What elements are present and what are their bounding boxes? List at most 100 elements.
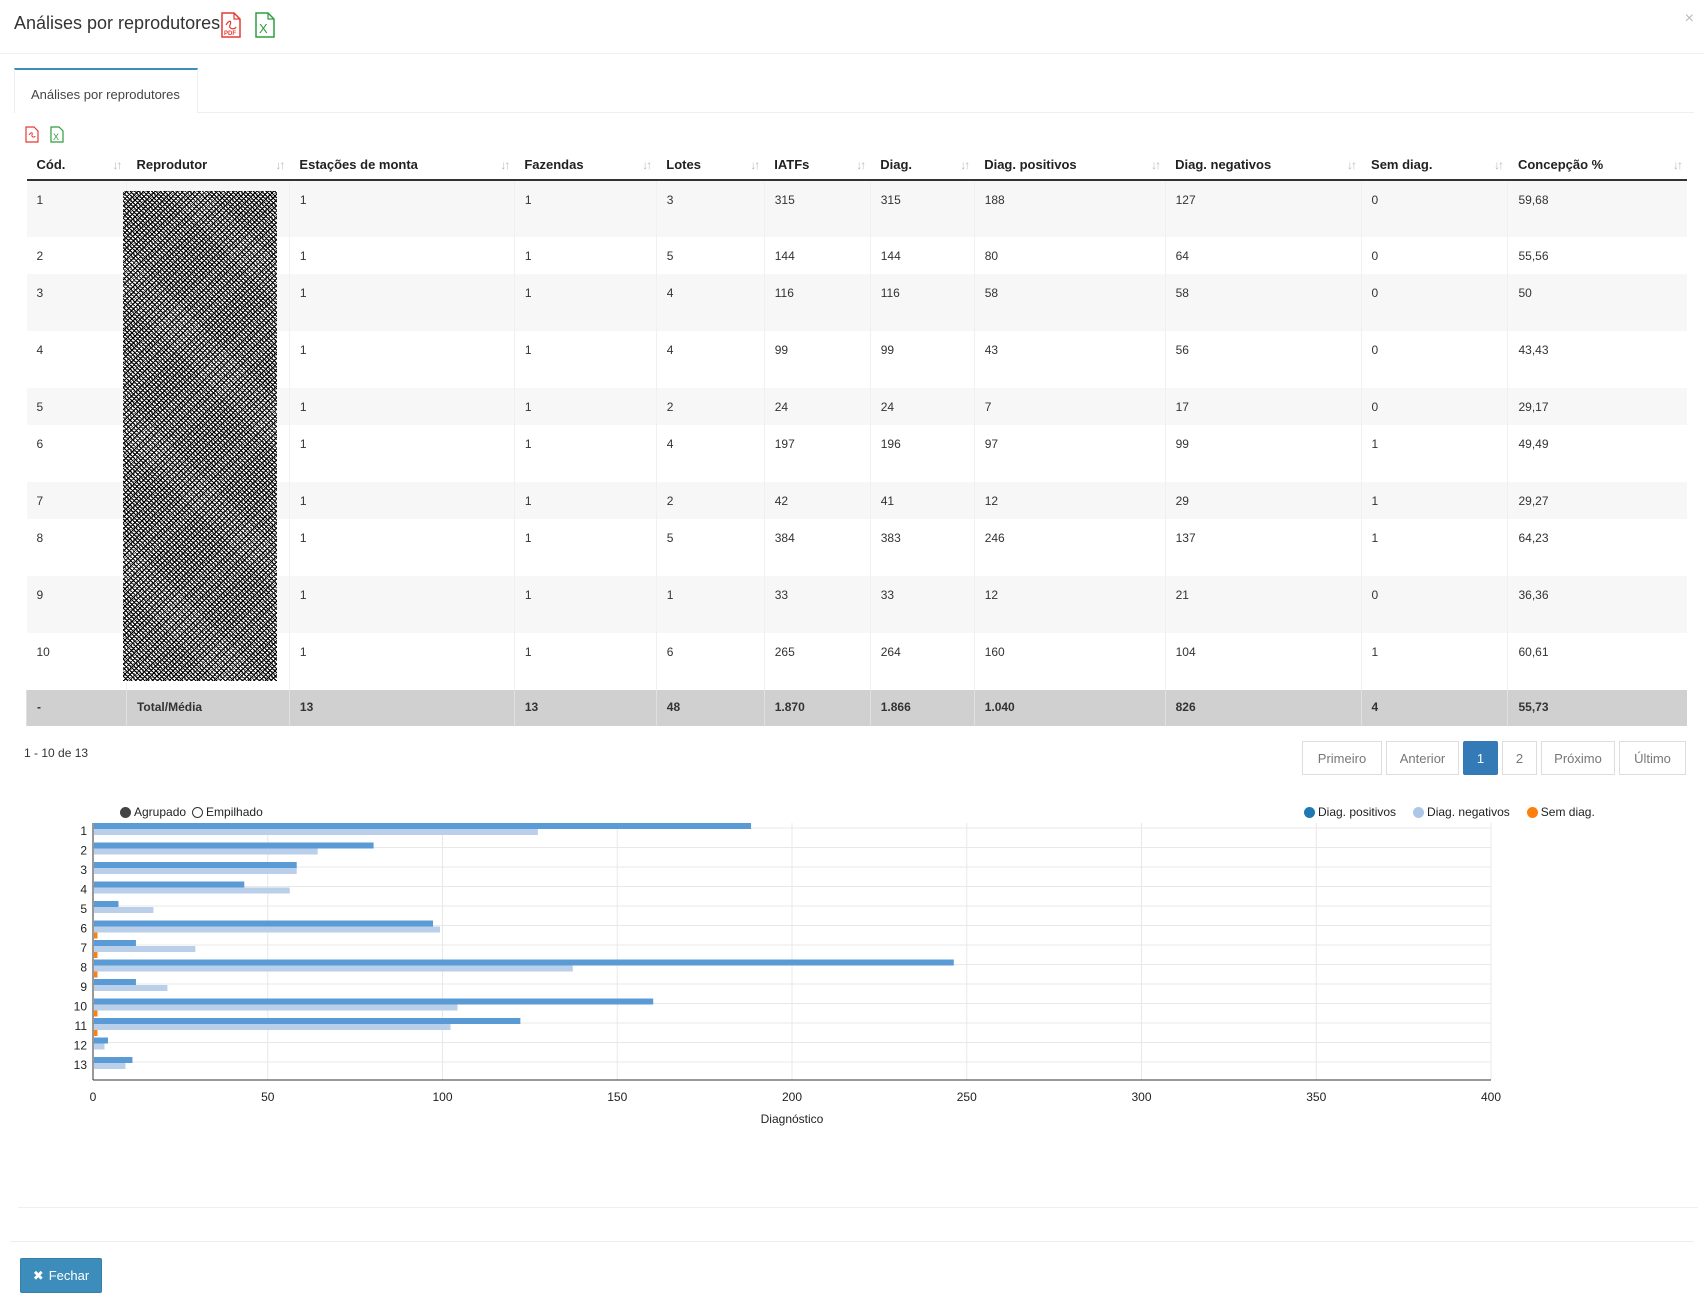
cell: 1 (513, 633, 657, 690)
bar-1-7 (94, 946, 196, 952)
sort-icon[interactable]: ↓↑ (1151, 158, 1161, 172)
column-header-5[interactable]: IATFs ↓↑ (764, 150, 871, 181)
close-icon[interactable]: × (1685, 10, 1694, 28)
sort-icon[interactable]: ↓↑ (856, 158, 866, 172)
bar-0-1 (94, 823, 752, 829)
bar-2-11 (94, 1030, 98, 1036)
cell: 144 (869, 237, 975, 274)
cell: 104 (1164, 633, 1362, 690)
y-tick-label: 13 (74, 1058, 88, 1072)
column-header-label: Diag. positivos (984, 157, 1077, 172)
column-header-8[interactable]: Diag. negativos ↓↑ (1165, 150, 1362, 181)
y-tick-label: 2 (80, 844, 87, 858)
cell: 6 (36, 437, 44, 451)
cell: 99 (869, 331, 975, 388)
cell: 383 (869, 519, 975, 576)
tab-analises-reprodutores[interactable]: Análises por reprodutores (14, 68, 198, 113)
cell: 1 (288, 425, 515, 482)
cell: 6 (655, 633, 765, 690)
bar-0-2 (94, 842, 374, 849)
sort-icon[interactable]: ↓↑ (642, 158, 652, 172)
close-button-label: Fechar (48, 1268, 90, 1283)
cell: 24 (869, 388, 975, 425)
cell: 127 (1164, 180, 1362, 237)
pdf-export-icon[interactable]: PDF (220, 12, 242, 38)
pagination-page-1-button[interactable]: 1 (1463, 741, 1498, 775)
y-tick-label: 1 (80, 824, 87, 838)
sort-icon[interactable]: ↓↑ (112, 158, 122, 172)
y-tick-label: 3 (80, 863, 87, 877)
bar-0-13 (94, 1057, 133, 1063)
cell: 33 (869, 576, 975, 633)
pagination-next-button[interactable]: Próximo (1541, 741, 1615, 775)
column-header-1[interactable]: Reprodutor ↓↑ (126, 150, 290, 181)
cell: 56 (1164, 331, 1362, 388)
sort-icon[interactable]: ↓↑ (500, 158, 510, 172)
column-header-4[interactable]: Lotes ↓↑ (656, 150, 765, 181)
x-axis-label: Diagnóstico (761, 1112, 824, 1126)
cell: 1 (288, 274, 515, 331)
cell: 315 (869, 180, 975, 237)
sort-icon[interactable]: ↓↑ (750, 158, 760, 172)
excel-export-icon[interactable]: X (254, 12, 276, 38)
table-excel-export-icon[interactable]: X (50, 126, 64, 143)
bar-1-10 (94, 1004, 458, 1011)
cell: 116 (869, 274, 975, 331)
cell: 49,49 (1507, 425, 1687, 482)
pagination-page-2-button[interactable]: 2 (1502, 741, 1537, 775)
total-cell: 1.870 (763, 690, 871, 726)
table-header-row: Cód. ↓↑ Reprodutor ↓↑ Estações de monta ↓↑ Faz… (26, 150, 1687, 181)
cell: 197 (763, 425, 871, 482)
cell: 1 (1360, 633, 1508, 690)
pagination: Primeiro Anterior 1 2 Próximo Último (1302, 741, 1686, 775)
sort-icon[interactable]: ↓↑ (1494, 158, 1504, 172)
svg-text:X: X (259, 21, 268, 36)
close-button[interactable]: ✖ Fechar (20, 1258, 102, 1293)
column-header-label: Sem diag. (1371, 157, 1433, 172)
pagination-prev-button[interactable]: Anterior (1386, 741, 1459, 775)
bar-0-9 (94, 979, 136, 985)
cell: 33 (763, 576, 871, 633)
bar-0-12 (94, 1037, 108, 1044)
cell: 2 (655, 388, 765, 425)
bar-1-11 (94, 1024, 451, 1030)
column-header-label: Fazendas (524, 157, 584, 172)
cell: 265 (763, 633, 871, 690)
cell: 1 (26, 180, 127, 237)
sort-icon[interactable]: ↓↑ (960, 158, 970, 172)
bar-2-6 (94, 932, 98, 939)
bar-1-5 (94, 907, 154, 913)
column-header-6[interactable]: Diag. ↓↑ (870, 150, 975, 181)
x-tick-label: 100 (432, 1090, 452, 1104)
cell: 36,36 (1507, 576, 1687, 633)
cell: 0 (1360, 274, 1508, 331)
cell: 80 (973, 237, 1166, 274)
cell: 12 (973, 576, 1166, 633)
column-header-3[interactable]: Fazendas ↓↑ (514, 150, 657, 181)
bar-1-13 (94, 1063, 126, 1069)
cell: 1 (288, 482, 515, 519)
cell: 97 (973, 425, 1166, 482)
sort-icon[interactable]: ↓↑ (1347, 158, 1357, 172)
cell: 384 (763, 519, 871, 576)
bar-0-11 (94, 1018, 521, 1024)
sort-icon[interactable]: ↓↑ (1673, 158, 1683, 172)
column-header-2[interactable]: Estações de monta ↓↑ (289, 150, 515, 181)
cell: 59,68 (1507, 180, 1687, 237)
bar-1-4 (94, 887, 290, 894)
table-pdf-export-icon[interactable] (25, 126, 39, 143)
cell: 0 (1360, 576, 1508, 633)
cell: 1 (513, 274, 657, 331)
sort-icon[interactable]: ↓↑ (275, 158, 285, 172)
column-header-10[interactable]: Concepção % ↓↑ (1507, 150, 1687, 181)
svg-text:PDF: PDF (224, 31, 236, 37)
cell: 43 (973, 331, 1166, 388)
column-header-9[interactable]: Sem diag. ↓↑ (1361, 150, 1508, 181)
pagination-first-button[interactable]: Primeiro (1302, 741, 1382, 775)
bar-chart-svg: 0 50 100 150 200 250 300 350 4001234567891011121… (74, 823, 1501, 1126)
column-header-7[interactable]: Diag. positivos ↓↑ (974, 150, 1166, 181)
pagination-last-button[interactable]: Último (1619, 741, 1686, 775)
column-header-0[interactable]: Cód. ↓↑ (26, 150, 127, 181)
bar-1-8 (94, 965, 573, 972)
y-tick-label: 5 (80, 902, 87, 916)
